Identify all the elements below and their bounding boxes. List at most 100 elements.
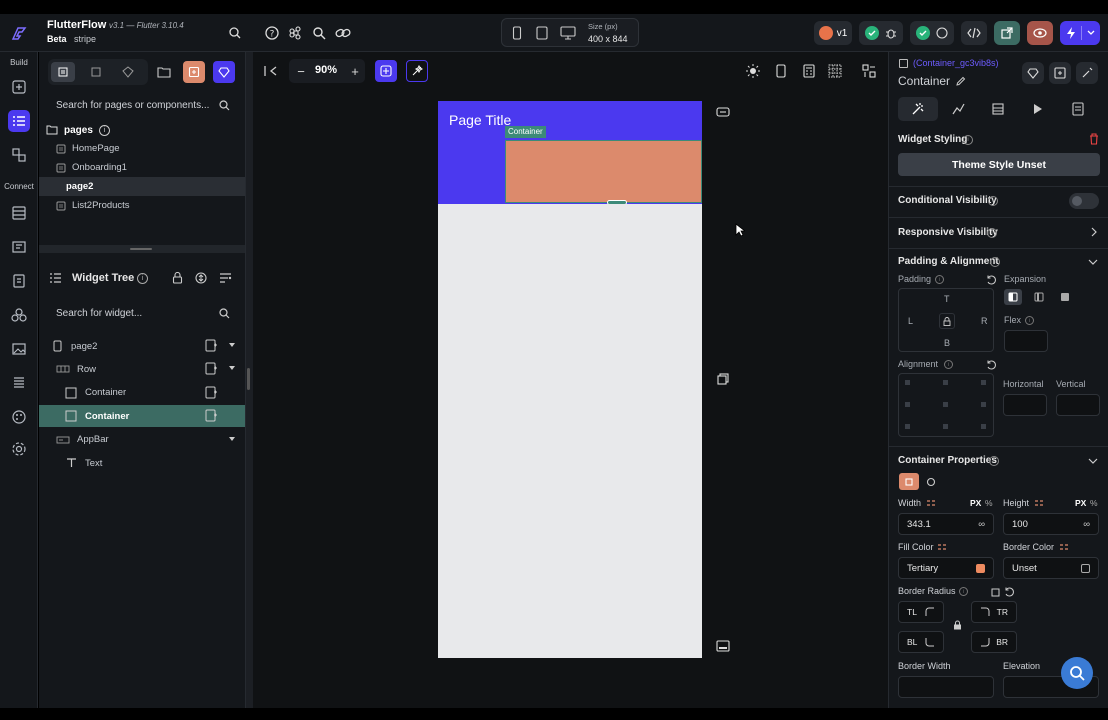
- alignment-dot[interactable]: [905, 402, 910, 407]
- variable-icon[interactable]: [936, 542, 947, 552]
- version-chip[interactable]: v1: [814, 21, 852, 45]
- alignment-dot[interactable]: [905, 380, 910, 385]
- settings-icon[interactable]: [8, 438, 30, 460]
- tab-backend-icon[interactable]: [978, 97, 1018, 121]
- storyboard-icon[interactable]: [8, 144, 30, 166]
- expansion-fill-icon[interactable]: [1056, 289, 1074, 305]
- horizontal-align-input[interactable]: [1003, 394, 1047, 416]
- theme-icon[interactable]: [8, 406, 30, 428]
- fill-color-input[interactable]: Tertiary: [898, 557, 994, 579]
- zoom-out-button[interactable]: −: [293, 63, 309, 79]
- border-color-input[interactable]: Unset: [1003, 557, 1099, 579]
- widget-tree-item[interactable]: page2: [39, 335, 245, 357]
- border-width-input[interactable]: [898, 676, 994, 698]
- command-icon[interactable]: [285, 22, 307, 44]
- caret-down-icon[interactable]: [229, 436, 235, 441]
- height-unit-pct[interactable]: %: [1090, 498, 1098, 508]
- add-child-icon[interactable]: [205, 362, 218, 375]
- padding-right-label[interactable]: R: [981, 316, 988, 326]
- app-state-icon[interactable]: [8, 270, 30, 292]
- run-mode-chip[interactable]: [910, 21, 954, 45]
- panel-splitter[interactable]: [39, 245, 245, 253]
- radius-br-input[interactable]: BR: [971, 631, 1017, 653]
- expansion-expanded-icon[interactable]: [1030, 289, 1048, 305]
- widget-search-input[interactable]: Search for widget...: [48, 302, 238, 324]
- add-child-icon[interactable]: [205, 339, 218, 352]
- height-input[interactable]: 100 ∞: [1003, 513, 1099, 535]
- library-tab-icon[interactable]: [116, 62, 140, 82]
- code-button[interactable]: [961, 21, 987, 45]
- keyboard-icon[interactable]: [714, 104, 732, 120]
- page-item[interactable]: HomePage: [39, 139, 245, 158]
- tablet-icon[interactable]: [534, 26, 550, 40]
- alignment-dot[interactable]: [943, 424, 948, 429]
- alignment-dot[interactable]: [943, 380, 948, 385]
- filter-icon[interactable]: [218, 271, 232, 285]
- width-input[interactable]: 343.1 ∞: [898, 513, 994, 535]
- layout-icon[interactable]: [858, 60, 880, 82]
- sync-icon[interactable]: [224, 22, 246, 44]
- page-body[interactable]: [438, 204, 702, 658]
- radius-tl-input[interactable]: TL: [898, 601, 944, 623]
- alignment-dot[interactable]: [981, 424, 986, 429]
- zoom-in-button[interactable]: +: [347, 63, 363, 79]
- selected-container[interactable]: [505, 140, 702, 203]
- radius-tr-input[interactable]: TR: [971, 601, 1017, 623]
- variable-icon[interactable]: [925, 498, 936, 508]
- tab-actions-icon[interactable]: [938, 97, 978, 121]
- height-unit-px[interactable]: PX: [1075, 498, 1086, 508]
- pages-search-input[interactable]: Search for pages or components...: [48, 94, 238, 116]
- tab-animations-icon[interactable]: [1018, 97, 1058, 121]
- size-value[interactable]: 400 x 844: [588, 34, 628, 44]
- search-icon[interactable]: [308, 22, 330, 44]
- bottom-bar-icon[interactable]: [714, 638, 732, 654]
- magic-icon[interactable]: [406, 60, 428, 82]
- caret-down-icon[interactable]: [229, 366, 235, 371]
- delete-icon[interactable]: [1088, 133, 1100, 145]
- components-tab-icon[interactable]: [84, 62, 108, 82]
- widget-id[interactable]: (Container_gc3vib8s): [913, 58, 999, 68]
- media-icon[interactable]: [8, 338, 30, 360]
- theme-style-button[interactable]: Theme Style Unset: [898, 153, 1100, 176]
- caret-down-icon[interactable]: [229, 343, 235, 347]
- zoom-level[interactable]: 90%: [315, 64, 337, 76]
- flex-input[interactable]: [1004, 330, 1048, 352]
- phone-preview[interactable]: Page Title Container: [438, 101, 702, 658]
- widget-tree-nav-icon[interactable]: [8, 110, 30, 132]
- add-child-icon[interactable]: [205, 409, 218, 422]
- ai-gen-icon[interactable]: [375, 60, 397, 82]
- project-name[interactable]: stripe: [74, 34, 96, 44]
- select-checkbox[interactable]: [899, 59, 908, 68]
- link-icon[interactable]: [332, 22, 354, 44]
- alignment-dot[interactable]: [943, 402, 948, 407]
- chevron-right-icon[interactable]: [1089, 226, 1099, 238]
- copy-icon[interactable]: [714, 371, 732, 387]
- calculator-icon[interactable]: [798, 60, 820, 82]
- gem-button[interactable]: [1022, 62, 1044, 84]
- padding-box[interactable]: T L R B: [898, 288, 994, 352]
- width-unit-px[interactable]: PX: [970, 498, 981, 508]
- phone-icon[interactable]: [510, 26, 524, 40]
- infinity-icon[interactable]: ∞: [978, 519, 985, 530]
- reset-icon[interactable]: [985, 359, 996, 370]
- folder-icon[interactable]: [153, 61, 175, 83]
- lock-icon[interactable]: [939, 313, 955, 329]
- lock-icon[interactable]: [170, 271, 184, 285]
- device-frame-icon[interactable]: [770, 60, 792, 82]
- reset-icon[interactable]: [985, 274, 996, 285]
- collapse-panel-icon[interactable]: [260, 60, 282, 82]
- shape-rectangle-icon[interactable]: [899, 473, 919, 490]
- page-item[interactable]: Onboarding1: [39, 158, 245, 177]
- widget-tree-item[interactable]: Container: [39, 405, 245, 428]
- alignment-dot[interactable]: [905, 424, 910, 429]
- border-color-swatch[interactable]: [1081, 563, 1090, 573]
- responsive-visibility-label[interactable]: Responsive Visibility: [898, 227, 998, 238]
- preview-button[interactable]: [1027, 21, 1053, 45]
- expansion-flexible-icon[interactable]: [1004, 289, 1022, 305]
- lock-icon[interactable]: [951, 619, 963, 631]
- widget-tree-item[interactable]: AppBar: [39, 429, 245, 451]
- chevron-down-icon[interactable]: [1087, 457, 1099, 465]
- test-mode-chip[interactable]: [859, 21, 903, 45]
- help-icon[interactable]: ?: [261, 22, 283, 44]
- infinity-icon[interactable]: ∞: [1083, 519, 1090, 530]
